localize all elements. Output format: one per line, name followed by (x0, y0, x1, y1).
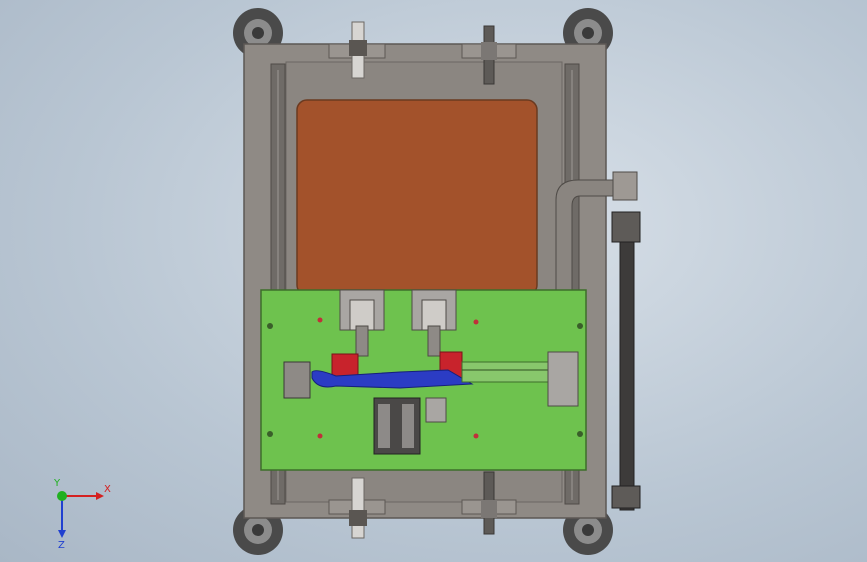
z-axis-arrow (58, 530, 66, 538)
cylinder (373, 397, 421, 455)
y-axis-dot (57, 491, 67, 501)
cad-viewport[interactable] (0, 0, 867, 562)
x-axis-arrow (96, 492, 104, 500)
x-axis-label: X (104, 484, 111, 495)
z-axis-label: Z (58, 540, 65, 548)
left-stop-block (283, 361, 311, 399)
copper-pad (296, 99, 538, 296)
small-clamp (425, 397, 447, 423)
y-axis-label: Y (53, 478, 61, 489)
axis-triad: X Y Z (53, 478, 111, 548)
